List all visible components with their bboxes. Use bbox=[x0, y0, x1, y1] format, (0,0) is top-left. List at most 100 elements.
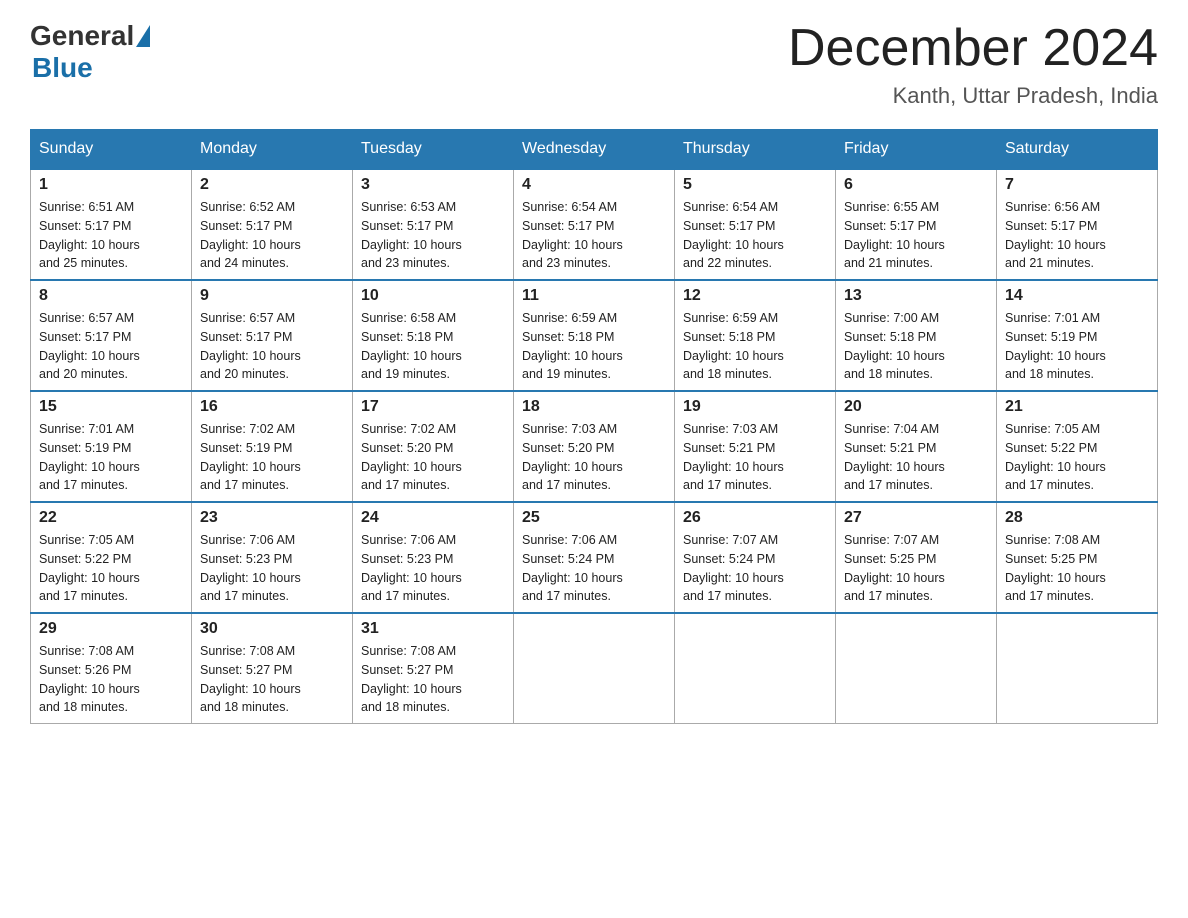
calendar-cell: 13 Sunrise: 7:00 AMSunset: 5:18 PMDayligh… bbox=[836, 280, 997, 391]
calendar-cell: 4 Sunrise: 6:54 AMSunset: 5:17 PMDaylight… bbox=[514, 169, 675, 280]
day-info: Sunrise: 7:06 AMSunset: 5:23 PMDaylight:… bbox=[361, 531, 505, 606]
day-info: Sunrise: 7:03 AMSunset: 5:20 PMDaylight:… bbox=[522, 420, 666, 495]
calendar-cell: 7 Sunrise: 6:56 AMSunset: 5:17 PMDaylight… bbox=[997, 169, 1158, 280]
day-info: Sunrise: 7:08 AMSunset: 5:25 PMDaylight:… bbox=[1005, 531, 1149, 606]
day-number: 24 bbox=[361, 509, 505, 527]
calendar-cell: 17Sunrise: 7:02 AMSunset: 5:20 PMDayligh… bbox=[353, 391, 514, 502]
day-header-sunday: Sunday bbox=[31, 130, 192, 170]
calendar-cell: 24 Sunrise: 7:06 AMSunset: 5:23 PMDayligh… bbox=[353, 502, 514, 613]
calendar-table: SundayMondayTuesdayWednesdayThursdayFrid… bbox=[30, 129, 1158, 724]
day-info: Sunrise: 7:02 AMSunset: 5:20 PMDaylight:… bbox=[361, 420, 505, 495]
day-info: Sunrise: 7:06 AMSunset: 5:24 PMDaylight:… bbox=[522, 531, 666, 606]
calendar-cell bbox=[836, 613, 997, 724]
calendar-cell bbox=[514, 613, 675, 724]
logo: General Blue bbox=[30, 20, 152, 84]
calendar-cell: 3 Sunrise: 6:53 AMSunset: 5:17 PMDaylight… bbox=[353, 169, 514, 280]
location-subtitle: Kanth, Uttar Pradesh, India bbox=[788, 83, 1158, 109]
day-number: 14 bbox=[1005, 287, 1149, 305]
day-number: 30 bbox=[200, 620, 344, 638]
calendar-cell: 9Sunrise: 6:57 AMSunset: 5:17 PMDaylight… bbox=[192, 280, 353, 391]
day-number: 28 bbox=[1005, 509, 1149, 527]
calendar-cell bbox=[675, 613, 836, 724]
day-info: Sunrise: 7:05 AMSunset: 5:22 PMDaylight:… bbox=[39, 531, 183, 606]
calendar-cell: 8 Sunrise: 6:57 AMSunset: 5:17 PMDaylight… bbox=[31, 280, 192, 391]
logo-blue-text: Blue bbox=[32, 52, 93, 83]
day-number: 5 bbox=[683, 176, 827, 194]
day-number: 16 bbox=[200, 398, 344, 416]
day-header-monday: Monday bbox=[192, 130, 353, 170]
calendar-cell: 1Sunrise: 6:51 AMSunset: 5:17 PMDaylight… bbox=[31, 169, 192, 280]
day-number: 15 bbox=[39, 398, 183, 416]
calendar-cell: 2Sunrise: 6:52 AMSunset: 5:17 PMDaylight… bbox=[192, 169, 353, 280]
day-info: Sunrise: 6:52 AMSunset: 5:17 PMDaylight:… bbox=[200, 198, 344, 273]
day-info: Sunrise: 7:01 AMSunset: 5:19 PMDaylight:… bbox=[39, 420, 183, 495]
day-header-thursday: Thursday bbox=[675, 130, 836, 170]
calendar-cell: 21 Sunrise: 7:05 AMSunset: 5:22 PMDayligh… bbox=[997, 391, 1158, 502]
calendar-cell: 28 Sunrise: 7:08 AMSunset: 5:25 PMDayligh… bbox=[997, 502, 1158, 613]
day-info: Sunrise: 7:08 AMSunset: 5:26 PMDaylight:… bbox=[39, 642, 183, 717]
day-info: Sunrise: 6:53 AMSunset: 5:17 PMDaylight:… bbox=[361, 198, 505, 273]
calendar-cell: 27Sunrise: 7:07 AMSunset: 5:25 PMDayligh… bbox=[836, 502, 997, 613]
day-number: 27 bbox=[844, 509, 988, 527]
day-number: 11 bbox=[522, 287, 666, 305]
day-number: 25 bbox=[522, 509, 666, 527]
calendar-cell: 11 Sunrise: 6:59 AMSunset: 5:18 PMDayligh… bbox=[514, 280, 675, 391]
day-number: 23 bbox=[200, 509, 344, 527]
calendar-cell bbox=[997, 613, 1158, 724]
calendar-cell: 26Sunrise: 7:07 AMSunset: 5:24 PMDayligh… bbox=[675, 502, 836, 613]
week-row-1: 1Sunrise: 6:51 AMSunset: 5:17 PMDaylight… bbox=[31, 169, 1158, 280]
day-info: Sunrise: 7:01 AMSunset: 5:19 PMDaylight:… bbox=[1005, 309, 1149, 384]
day-info: Sunrise: 6:55 AMSunset: 5:17 PMDaylight:… bbox=[844, 198, 988, 273]
day-number: 6 bbox=[844, 176, 988, 194]
day-number: 29 bbox=[39, 620, 183, 638]
day-info: Sunrise: 7:05 AMSunset: 5:22 PMDaylight:… bbox=[1005, 420, 1149, 495]
title-area: December 2024 Kanth, Uttar Pradesh, Indi… bbox=[788, 20, 1158, 109]
day-info: Sunrise: 7:00 AMSunset: 5:18 PMDaylight:… bbox=[844, 309, 988, 384]
day-number: 22 bbox=[39, 509, 183, 527]
day-info: Sunrise: 7:07 AMSunset: 5:24 PMDaylight:… bbox=[683, 531, 827, 606]
week-row-3: 15 Sunrise: 7:01 AMSunset: 5:19 PMDayligh… bbox=[31, 391, 1158, 502]
day-info: Sunrise: 6:54 AMSunset: 5:17 PMDaylight:… bbox=[522, 198, 666, 273]
day-info: Sunrise: 7:04 AMSunset: 5:21 PMDaylight:… bbox=[844, 420, 988, 495]
day-header-saturday: Saturday bbox=[997, 130, 1158, 170]
day-header-friday: Friday bbox=[836, 130, 997, 170]
day-info: Sunrise: 6:58 AMSunset: 5:18 PMDaylight:… bbox=[361, 309, 505, 384]
day-number: 1 bbox=[39, 176, 183, 194]
day-number: 18 bbox=[522, 398, 666, 416]
day-info: Sunrise: 6:57 AMSunset: 5:17 PMDaylight:… bbox=[39, 309, 183, 384]
calendar-cell: 23 Sunrise: 7:06 AMSunset: 5:23 PMDayligh… bbox=[192, 502, 353, 613]
day-number: 3 bbox=[361, 176, 505, 194]
logo-triangle-icon bbox=[136, 25, 150, 47]
calendar-cell: 16Sunrise: 7:02 AMSunset: 5:19 PMDayligh… bbox=[192, 391, 353, 502]
day-number: 19 bbox=[683, 398, 827, 416]
calendar-cell: 5 Sunrise: 6:54 AMSunset: 5:17 PMDaylight… bbox=[675, 169, 836, 280]
day-number: 8 bbox=[39, 287, 183, 305]
logo-general-text: General bbox=[30, 20, 134, 52]
week-row-2: 8 Sunrise: 6:57 AMSunset: 5:17 PMDaylight… bbox=[31, 280, 1158, 391]
day-number: 4 bbox=[522, 176, 666, 194]
day-number: 13 bbox=[844, 287, 988, 305]
calendar-cell: 29 Sunrise: 7:08 AMSunset: 5:26 PMDayligh… bbox=[31, 613, 192, 724]
month-year-title: December 2024 bbox=[788, 20, 1158, 77]
calendar-cell: 18 Sunrise: 7:03 AMSunset: 5:20 PMDayligh… bbox=[514, 391, 675, 502]
calendar-cell: 12Sunrise: 6:59 AMSunset: 5:18 PMDayligh… bbox=[675, 280, 836, 391]
day-info: Sunrise: 7:06 AMSunset: 5:23 PMDaylight:… bbox=[200, 531, 344, 606]
calendar-cell: 6 Sunrise: 6:55 AMSunset: 5:17 PMDaylight… bbox=[836, 169, 997, 280]
day-number: 7 bbox=[1005, 176, 1149, 194]
day-number: 31 bbox=[361, 620, 505, 638]
calendar-cell: 19Sunrise: 7:03 AMSunset: 5:21 PMDayligh… bbox=[675, 391, 836, 502]
day-info: Sunrise: 6:59 AMSunset: 5:18 PMDaylight:… bbox=[683, 309, 827, 384]
calendar-cell: 31 Sunrise: 7:08 AMSunset: 5:27 PMDayligh… bbox=[353, 613, 514, 724]
day-number: 21 bbox=[1005, 398, 1149, 416]
day-headers-row: SundayMondayTuesdayWednesdayThursdayFrid… bbox=[31, 130, 1158, 170]
day-info: Sunrise: 6:56 AMSunset: 5:17 PMDaylight:… bbox=[1005, 198, 1149, 273]
calendar-cell: 25 Sunrise: 7:06 AMSunset: 5:24 PMDayligh… bbox=[514, 502, 675, 613]
day-number: 10 bbox=[361, 287, 505, 305]
day-info: Sunrise: 6:59 AMSunset: 5:18 PMDaylight:… bbox=[522, 309, 666, 384]
day-info: Sunrise: 7:08 AMSunset: 5:27 PMDaylight:… bbox=[200, 642, 344, 717]
day-info: Sunrise: 6:54 AMSunset: 5:17 PMDaylight:… bbox=[683, 198, 827, 273]
day-info: Sunrise: 7:08 AMSunset: 5:27 PMDaylight:… bbox=[361, 642, 505, 717]
day-header-wednesday: Wednesday bbox=[514, 130, 675, 170]
week-row-4: 22 Sunrise: 7:05 AMSunset: 5:22 PMDayligh… bbox=[31, 502, 1158, 613]
day-header-tuesday: Tuesday bbox=[353, 130, 514, 170]
